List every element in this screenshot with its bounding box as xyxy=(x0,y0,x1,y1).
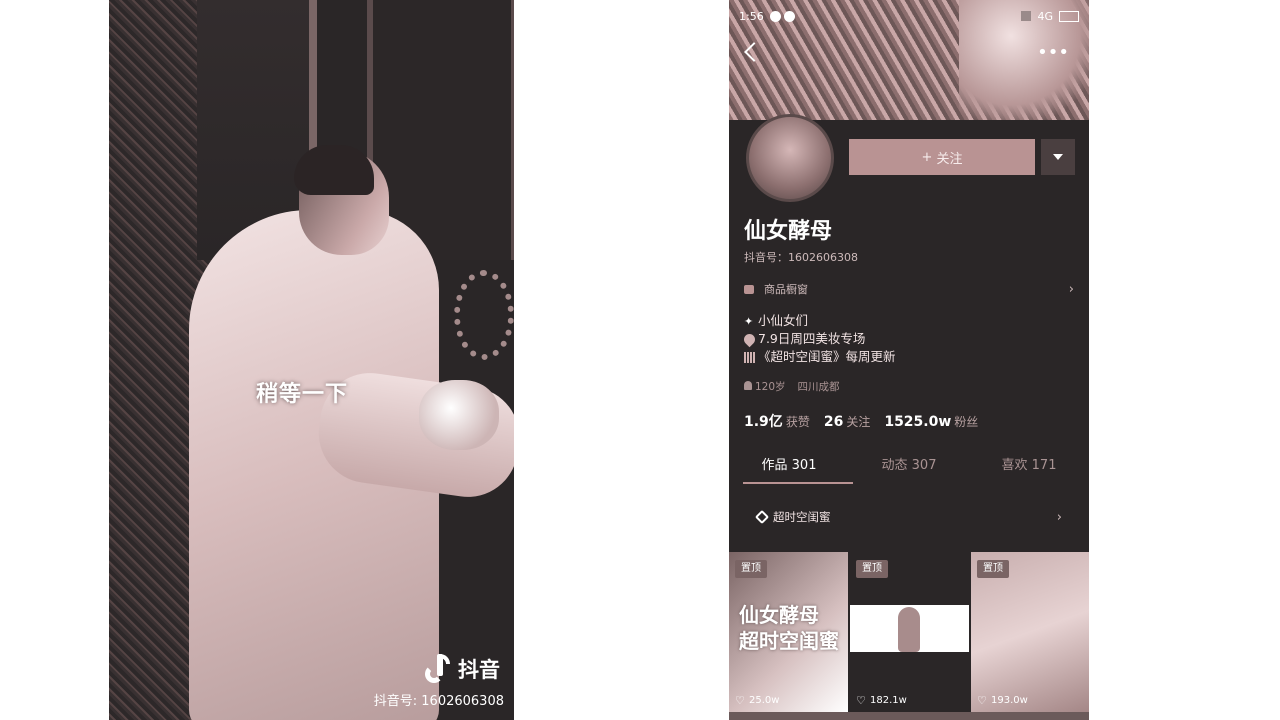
pin-icon xyxy=(741,331,758,347)
heart-icon: ♡ xyxy=(856,693,866,707)
video-thumbnail[interactable]: 置顶 ♡ 182.1w xyxy=(850,552,969,712)
notification-icons xyxy=(769,10,795,22)
signal-icon xyxy=(1021,11,1032,21)
stat-label: 获赞 xyxy=(785,415,810,429)
video-douyin-id: 抖音号: 1602606308 xyxy=(373,694,504,709)
heart-icon: ♡ xyxy=(735,693,745,707)
profile-tabs: 作品 301 动态 307 喜欢 171 xyxy=(729,448,1089,484)
clapperboard-icon xyxy=(744,351,755,363)
pinned-badge: 置顶 xyxy=(977,560,1009,578)
caret-down-icon xyxy=(1053,154,1063,160)
more-options-button[interactable] xyxy=(1041,139,1075,175)
network-label: 4G xyxy=(1037,9,1053,23)
stat-followers[interactable]: 1525.0w 粉丝 xyxy=(884,411,978,430)
stat-label: 关注 xyxy=(846,415,871,429)
bio-line: 《超时空闺蜜》每周更新 xyxy=(758,349,896,364)
stat-number: 1.9亿 xyxy=(744,414,783,430)
collection-label: 超时空闺蜜 xyxy=(773,510,831,524)
douyin-logo-icon xyxy=(422,652,452,686)
stat-number: 1525.0w xyxy=(884,414,952,430)
profile-meta: 120岁 四川成都 xyxy=(744,379,840,394)
more-icon[interactable]: ••• xyxy=(1037,44,1069,62)
active-tab-indicator xyxy=(743,482,853,484)
pinned-badge: 置顶 xyxy=(735,560,767,578)
douyin-watermark: 抖音 xyxy=(422,652,500,686)
tab-works[interactable]: 作品 301 xyxy=(729,448,849,484)
overlay-line: 超时空闺蜜 xyxy=(739,629,839,653)
profile-stats: 1.9亿 获赞 26 关注 1525.0w 粉丝 xyxy=(744,411,978,431)
stat-number: 26 xyxy=(823,414,844,430)
top-nav: ••• xyxy=(729,38,1089,68)
screen: 稍等一下 抖音 抖音号: 1602606308 1:56 4G ••• + 关注… xyxy=(0,0,1280,720)
like-count: ♡ 182.1w xyxy=(856,693,907,707)
shop-icon xyxy=(744,284,754,294)
next-row-thumbnails xyxy=(729,712,1089,720)
like-count-value: 182.1w xyxy=(870,695,907,706)
tab-likes[interactable]: 喜欢 171 xyxy=(969,448,1089,484)
bio-line: 小仙女们 xyxy=(758,313,809,328)
follow-label: 关注 xyxy=(936,151,963,167)
video-grid: 仙女酵母 超时空闺蜜 置顶 ♡ 25.0w 置顶 ♡ 182.1w 置顶 ♡ 193.… xyxy=(729,552,1089,720)
pinned-badge: 置顶 xyxy=(856,560,888,578)
collection-icon xyxy=(754,509,770,525)
location-label: 四川成都 xyxy=(797,381,840,393)
status-time: 1:56 xyxy=(739,9,764,23)
video-thumbnail[interactable]: 仙女酵母 超时空闺蜜 置顶 ♡ 25.0w xyxy=(729,552,848,712)
back-icon[interactable] xyxy=(744,42,764,62)
heart-icon: ♡ xyxy=(977,693,987,707)
shop-window-link[interactable]: 商品橱窗 › xyxy=(744,280,1074,298)
thumbnail-caption-bar xyxy=(850,652,969,662)
like-count: ♡ 25.0w xyxy=(735,693,780,707)
wreath-decoration xyxy=(454,270,514,360)
profile-screen: 1:56 4G ••• + 关注 仙女酵母 抖音号：1602606308 商品橱… xyxy=(729,0,1089,720)
douyin-logo-text: 抖音 xyxy=(458,658,500,682)
avatar[interactable] xyxy=(746,114,834,202)
video-subtitle: 稍等一下 xyxy=(256,382,349,407)
sparkle-icon: ✦ xyxy=(744,314,754,328)
tab-dynamics[interactable]: 动态 307 xyxy=(849,448,969,484)
plus-icon: + xyxy=(921,149,933,165)
shop-label: 商品橱窗 xyxy=(764,283,808,296)
age-label: 120岁 xyxy=(755,381,786,393)
status-bar: 1:56 4G xyxy=(729,0,1089,32)
stat-label: 粉丝 xyxy=(954,415,979,429)
collection-link[interactable]: 超时空闺蜜 › xyxy=(754,508,1062,526)
gender-icon xyxy=(744,381,752,390)
chevron-right-icon: › xyxy=(1068,281,1074,297)
battery-icon xyxy=(1059,10,1079,22)
stat-likes[interactable]: 1.9亿 获赞 xyxy=(744,411,810,431)
like-count: ♡ 193.0w xyxy=(977,693,1028,707)
like-count-value: 25.0w xyxy=(749,695,780,706)
profile-name: 仙女酵母 xyxy=(744,219,833,244)
overlay-line: 仙女酵母 xyxy=(739,603,819,627)
chevron-right-icon: › xyxy=(1056,509,1062,525)
follow-button[interactable]: + 关注 xyxy=(849,139,1035,175)
stat-following[interactable]: 26 关注 xyxy=(824,411,871,430)
like-count-value: 193.0w xyxy=(991,695,1028,706)
person-hair xyxy=(294,145,374,195)
profile-uid: 抖音号：1602606308 xyxy=(744,251,858,264)
thumbnail-overlay-text: 仙女酵母 超时空闺蜜 xyxy=(739,602,839,654)
thumbnail-figure xyxy=(898,607,920,652)
profile-bio: ✦ 小仙女们 7.9日周四美妆专场 《超时空闺蜜》每周更新 xyxy=(741,312,896,366)
video-thumbnail[interactable]: 置顶 ♡ 193.0w xyxy=(971,552,1089,712)
bio-line: 7.9日周四美妆专场 xyxy=(758,331,866,346)
teapot xyxy=(419,380,499,450)
video-player[interactable]: 稍等一下 抖音 抖音号: 1602606308 xyxy=(109,0,514,720)
